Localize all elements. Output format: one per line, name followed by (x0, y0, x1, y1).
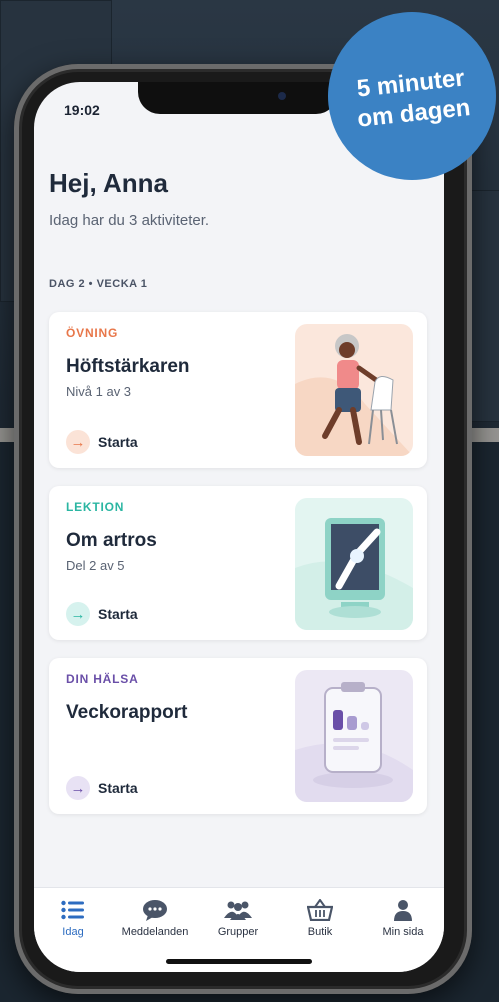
person-icon (362, 898, 444, 922)
basket-icon (279, 898, 361, 922)
tab-label: Meddelanden (121, 926, 189, 938)
card-category: DIN HÄLSA (66, 672, 139, 686)
tab-butik[interactable]: Butik (279, 898, 361, 938)
start-button[interactable]: → Starta (66, 776, 138, 800)
arrow-right-icon: → (66, 430, 90, 454)
notch (138, 82, 338, 114)
camera-icon (278, 92, 286, 100)
card-exercise[interactable]: ÖVNING Höftstärkaren Nivå 1 av 3 → Start… (49, 312, 427, 468)
tab-label: Butik (307, 926, 333, 938)
start-label: Starta (98, 606, 138, 622)
list-icon (34, 898, 114, 922)
arrow-right-icon: → (66, 602, 90, 626)
card-health[interactable]: DIN HÄLSA Veckorapport → Starta (49, 658, 427, 814)
start-label: Starta (98, 434, 138, 450)
card-title: Höftstärkaren (66, 356, 190, 377)
card-title: Om artros (66, 530, 157, 551)
exercise-illustration (295, 324, 413, 456)
tab-label: Grupper (217, 926, 259, 938)
card-title: Veckorapport (66, 702, 188, 723)
start-label: Starta (98, 780, 138, 796)
chat-icon (114, 898, 196, 922)
card-category: LEKTION (66, 500, 125, 514)
app-screen: 19:02 Hej, Anna Idag har du 3 aktivitete… (34, 82, 444, 972)
start-button[interactable]: → Starta (66, 602, 138, 626)
card-lesson[interactable]: LEKTION Om artros Del 2 av 5 → Starta (49, 486, 427, 640)
report-illustration (295, 670, 413, 802)
tab-grupper[interactable]: Grupper (197, 898, 279, 938)
group-icon (197, 898, 279, 922)
status-time: 19:02 (64, 102, 100, 118)
arrow-right-icon: → (66, 776, 90, 800)
tab-label: Min sida (382, 926, 424, 938)
home-indicator[interactable] (166, 959, 312, 964)
xray-illustration (295, 498, 413, 630)
activity-summary: Idag har du 3 aktiviteter. (49, 212, 210, 229)
tab-min-sida[interactable]: Min sida (362, 898, 444, 938)
card-category: ÖVNING (66, 326, 119, 340)
start-button[interactable]: → Starta (66, 430, 138, 454)
page-title: Hej, Anna (49, 168, 168, 198)
tab-idag[interactable]: Idag (34, 898, 114, 938)
tab-meddelanden[interactable]: Meddelanden (114, 898, 196, 938)
tab-bar: Idag Meddelanden Grupper Butik Min sida (34, 887, 444, 972)
card-meta: Nivå 1 av 3 (66, 384, 132, 399)
tab-label: Idag (62, 926, 84, 938)
card-meta: Del 2 av 5 (66, 558, 125, 573)
day-week-label: DAG 2 • VECKA 1 (49, 278, 148, 290)
